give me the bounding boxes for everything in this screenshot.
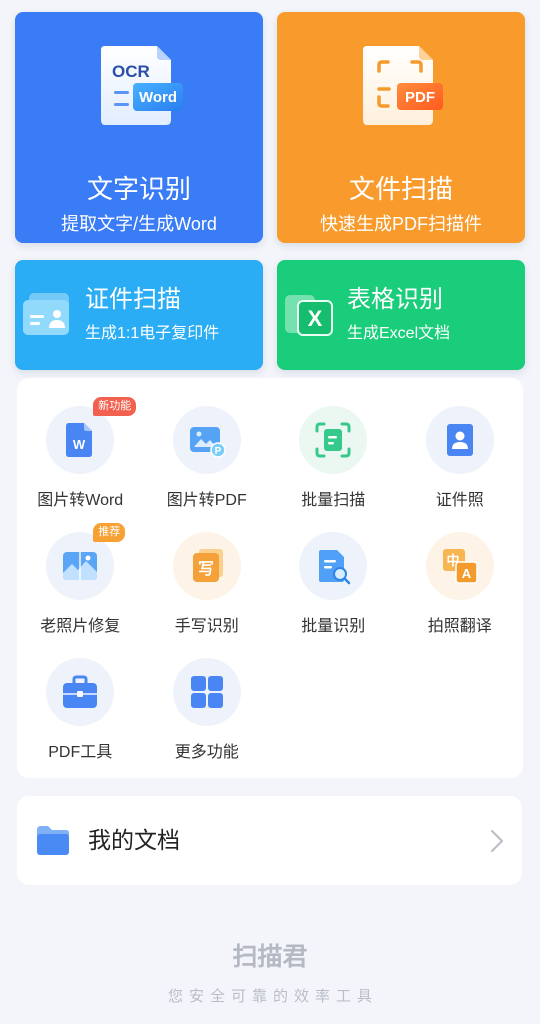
word-glyph: W: [73, 437, 86, 452]
tool-label: 更多功能: [174, 744, 239, 761]
tool-icon-circle: [299, 406, 368, 474]
card-title: 证件扫描: [85, 286, 181, 313]
tools-panel: W 新功能 图片转Word P 图片转PDF 批量扫描 证件照 推荐 老照片修复…: [17, 378, 523, 778]
tool-icon-circle: [172, 658, 241, 726]
word-badge-label: Word: [139, 89, 177, 106]
tool-label: 图片转Word: [37, 492, 124, 509]
id-scan-card[interactable]: 证件扫描 生成1:1电子复印件: [15, 260, 263, 370]
ocr-text-recognition-card[interactable]: OCR Word 文字识别 提取文字/生成Word: [15, 12, 263, 243]
tool-icon-circle: 写: [172, 532, 241, 600]
new-feature-badge: 新功能: [93, 397, 137, 416]
image-to-word-icon: W: [66, 423, 93, 457]
card-subtitle: 生成Excel文档: [347, 325, 451, 342]
excel-x-glyph: X: [308, 306, 323, 331]
footer-brand: 扫描君: [232, 943, 308, 971]
tool-icon-circle: 推荐: [46, 523, 126, 600]
tool-label: 批量扫描: [301, 492, 366, 509]
card-subtitle: 提取文字/生成Word: [61, 214, 217, 234]
tool-label: 手写识别: [174, 618, 239, 635]
tool-image-to-word[interactable]: W 新功能 图片转Word: [17, 397, 144, 532]
my-documents-label: 我的文档: [88, 827, 180, 853]
card-subtitle: 快速生成PDF扫描件: [320, 214, 482, 234]
tool-handwriting[interactable]: 写 手写识别: [144, 532, 271, 658]
tool-label: 拍照翻译: [427, 618, 492, 635]
tool-label: 证件照: [435, 492, 484, 509]
pdf-glyph: P: [214, 446, 221, 457]
card-subtitle: 生成1:1电子复印件: [85, 325, 220, 342]
tool-label: PDF工具: [48, 744, 113, 761]
tool-icon-circle: [299, 532, 368, 600]
id-photo-icon: [446, 424, 473, 456]
tool-image-to-pdf[interactable]: P 图片转PDF: [144, 406, 271, 532]
card-title: 文字识别: [86, 174, 191, 204]
tool-photo-translate[interactable]: 中 A 拍照翻译: [397, 532, 524, 658]
tool-pdf-tools[interactable]: PDF工具: [17, 658, 144, 784]
tools-grid: W 新功能 图片转Word P 图片转PDF 批量扫描 证件照 推荐 老照片修复…: [17, 397, 524, 784]
ocr-icon-label: OCR: [112, 62, 150, 81]
photo-restore-icon: [63, 552, 98, 580]
my-documents-entry[interactable]: 我的文档: [17, 796, 522, 885]
table-recognition-card[interactable]: X 表格识别 生成Excel文档: [277, 260, 525, 370]
home-screen: OCR Word 文字识别 提取文字/生成Word PDF 文件扫描 快速生成P…: [0, 0, 540, 1024]
id-card-icon: [23, 293, 69, 335]
tool-icon-circle: [425, 406, 494, 474]
batch-scan-icon: [315, 422, 351, 458]
pdf-badge-label: PDF: [405, 89, 435, 106]
document-scan-card[interactable]: PDF 文件扫描 快速生成PDF扫描件: [277, 12, 525, 243]
tool-icon-circle: 中 A: [425, 532, 494, 600]
batch-recognize-icon: [319, 550, 351, 585]
chevron-right-icon[interactable]: [489, 828, 505, 854]
pdf-scan-document-icon: PDF: [363, 46, 443, 125]
handwriting-glyph: 写: [198, 559, 214, 578]
tool-more-features[interactable]: 更多功能: [144, 658, 271, 784]
card-title: 表格识别: [347, 286, 443, 313]
handwriting-icon: 写: [192, 549, 223, 582]
tool-id-photo[interactable]: 证件照: [397, 406, 524, 532]
photo-translate-icon: 中 A: [442, 549, 478, 584]
tool-label: 图片转PDF: [166, 492, 247, 509]
tool-label: 老照片修复: [40, 618, 121, 635]
tool-photo-restore[interactable]: 推荐 老照片修复: [17, 523, 144, 658]
folder-icon: [37, 826, 69, 855]
card-title: 文件扫描: [348, 174, 453, 204]
tool-batch-scan[interactable]: 批量扫描: [270, 406, 397, 532]
image-to-pdf-icon: P: [189, 427, 226, 458]
tool-batch-recognize[interactable]: 批量识别: [270, 532, 397, 658]
tool-label: 批量识别: [301, 618, 366, 635]
more-features-icon: [190, 676, 223, 708]
recommend-badge: 推荐: [93, 523, 126, 542]
footer-slogan: 您安全可靠的效率工具: [167, 988, 378, 1005]
tool-icon-circle: P: [172, 406, 241, 474]
tool-icon-circle: W 新功能: [46, 397, 137, 474]
pdf-tools-icon: [63, 675, 98, 708]
excel-sheet-icon: X: [285, 295, 333, 336]
latin-glyph: A: [462, 566, 472, 581]
ocr-to-word-document-icon: OCR Word: [101, 46, 183, 125]
tool-icon-circle: [46, 658, 115, 726]
